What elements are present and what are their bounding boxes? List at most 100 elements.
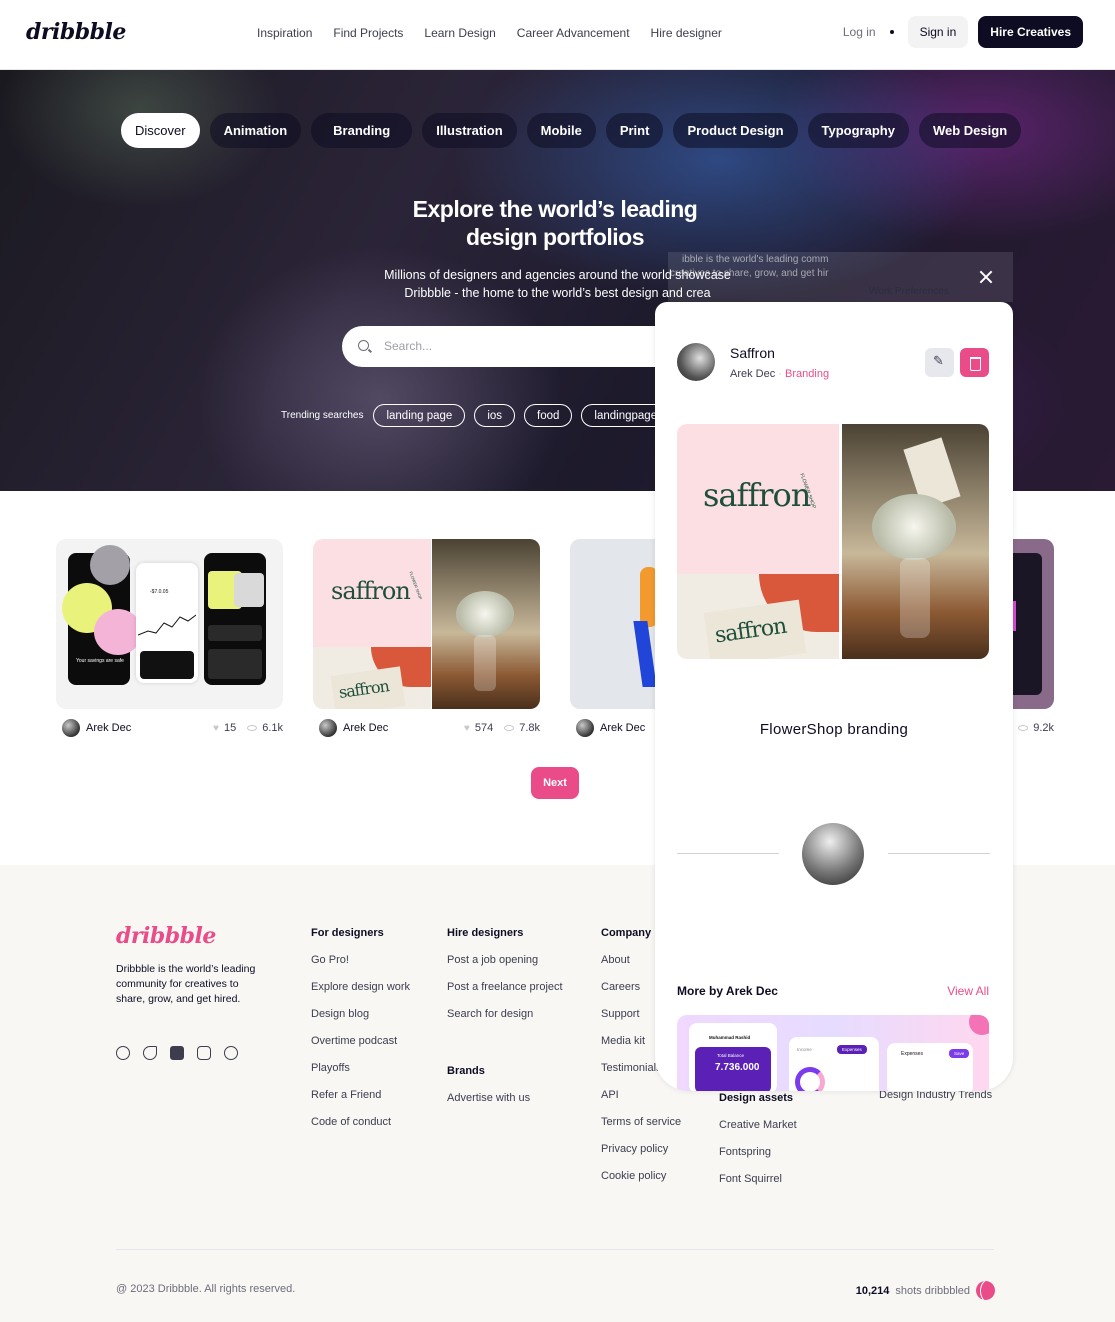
dribbble-ball-icon[interactable] — [976, 1281, 995, 1300]
view-all-link[interactable]: View All — [947, 984, 989, 998]
chip-print[interactable]: Print — [605, 113, 664, 148]
shots-count: 10,214 shots dribbbled — [856, 1281, 995, 1300]
footer-link[interactable]: Font Squirrel — [719, 1173, 797, 1200]
social-links — [116, 1046, 238, 1060]
delete-button[interactable] — [960, 348, 989, 377]
nav-link-inspiration[interactable]: Inspiration — [257, 26, 312, 40]
eye-icon — [1018, 725, 1029, 731]
edit-button[interactable] — [925, 348, 954, 377]
footer-link[interactable]: API — [601, 1089, 681, 1116]
modal-author[interactable]: Arek Dec — [730, 368, 775, 380]
category-chips: Discover Animation Branding Illustration… — [121, 113, 1022, 148]
search-input[interactable]: Search... — [384, 339, 432, 353]
shot-author[interactable]: Arek Dec — [343, 722, 388, 734]
shots-count-label: shots dribbbled — [895, 1284, 970, 1297]
shot-meta: Arek Dec ♥ 15 6.1k — [56, 719, 283, 737]
footer-link[interactable]: Playoffs — [311, 1062, 410, 1089]
chip-animation[interactable]: Animation — [209, 113, 302, 148]
separator-dot-icon — [889, 30, 894, 34]
footer-heading: Design assets — [719, 1092, 793, 1104]
footer-description: Dribbble is the world’s leading communit… — [116, 963, 256, 1005]
pinterest-icon[interactable] — [224, 1046, 238, 1060]
phone-screen: Income Expenses — [789, 1037, 879, 1091]
trending-searches: Trending searches landing page ios food … — [281, 404, 671, 427]
footer-logo[interactable]: dribbble — [116, 923, 216, 949]
footer-link[interactable]: Terms of service — [601, 1116, 681, 1143]
trending-tag[interactable]: landing page — [373, 404, 466, 427]
phone-screen: Your savings are safe — [62, 545, 142, 685]
footer-link[interactable]: Advertise with us — [447, 1092, 530, 1119]
chip-illustration[interactable]: Illustration — [422, 113, 517, 148]
saffron-card: saffron — [330, 666, 406, 709]
chip-typography[interactable]: Typography — [807, 113, 909, 148]
footer-link[interactable]: Search for design — [447, 1008, 563, 1035]
more-shot-thumbnail[interactable]: Muhammad Rashid Total Balance 7.736.000 … — [677, 1015, 989, 1091]
chip-discover[interactable]: Discover — [121, 113, 200, 148]
next-button[interactable]: Next — [531, 767, 579, 799]
footer-link[interactable]: Explore design work — [311, 981, 410, 1008]
login-link[interactable]: Log in — [843, 25, 876, 39]
nav-link-hire-designer[interactable]: Hire designer — [651, 26, 722, 40]
footer-link[interactable]: Refer a Friend — [311, 1089, 410, 1116]
footer-link[interactable]: Go Pro! — [311, 954, 410, 981]
footer-link[interactable]: Post a job opening — [447, 954, 563, 981]
likes-count: 574 — [474, 722, 494, 734]
shot-author[interactable]: Arek Dec — [86, 722, 131, 734]
chip-web-design[interactable]: Web Design — [918, 113, 1022, 148]
nav-actions: Log in Sign in Hire Creatives — [843, 16, 1083, 48]
dribbble-icon[interactable] — [116, 1046, 130, 1060]
facebook-icon[interactable] — [170, 1046, 184, 1060]
top-nav: dribbble Inspiration Find Projects Learn… — [0, 0, 1115, 70]
brand-panel: saffron FLOWER SHOP — [313, 539, 431, 647]
footer-link[interactable]: Design blog — [311, 1008, 410, 1035]
footer-link[interactable]: Code of conduct — [311, 1116, 410, 1143]
footer-link[interactable]: Creative Market — [719, 1119, 797, 1146]
author-avatar-large[interactable] — [802, 823, 864, 885]
footer-link[interactable]: Cookie policy — [601, 1170, 681, 1197]
flowers-shape — [456, 591, 514, 637]
nav-link-find-projects[interactable]: Find Projects — [333, 26, 403, 40]
sign-in-button[interactable]: Sign in — [907, 16, 969, 48]
close-icon[interactable] — [971, 262, 1001, 292]
avatar[interactable] — [319, 719, 337, 737]
divider-line — [677, 853, 779, 854]
footer-link[interactable]: Privacy policy — [601, 1143, 681, 1170]
twitter-icon[interactable] — [143, 1046, 157, 1060]
heart-icon[interactable]: ♥ — [464, 723, 470, 734]
shot-card-thumbnail[interactable]: Your savings are safe -$7.0.05 — [56, 539, 283, 709]
trending-tag[interactable]: food — [524, 404, 573, 427]
nav-link-career-advancement[interactable]: Career Advancement — [517, 26, 630, 40]
modal-category[interactable]: Branding — [785, 368, 829, 380]
chip-product-design[interactable]: Product Design — [673, 113, 798, 148]
likes-count: 15 — [223, 722, 237, 734]
trending-tag[interactable]: ios — [474, 404, 516, 427]
thumb-text: Save — [949, 1049, 970, 1058]
avatar[interactable] — [62, 719, 80, 737]
trending-label: Trending searches — [281, 410, 364, 421]
modal-shot-image[interactable]: saffron FLOWER SHOP saffron — [677, 424, 989, 659]
phone-screen: Muhammad Rashid Total Balance 7.736.000 — [689, 1023, 777, 1091]
footer-link[interactable]: Overtime podcast — [311, 1035, 410, 1062]
figure-shape — [633, 621, 657, 687]
footer-link[interactable]: Post a freelance project — [447, 981, 563, 1008]
dribbble-logo[interactable]: dribbble — [26, 19, 126, 45]
modal-shot-title: Saffron — [730, 345, 775, 361]
avatar[interactable] — [576, 719, 594, 737]
shot-author[interactable]: Arek Dec — [600, 722, 645, 734]
avatar[interactable] — [677, 343, 715, 381]
heart-icon[interactable]: ♥ — [213, 723, 219, 734]
views-count: 9.2k — [1033, 722, 1054, 734]
footer-col-hire-designers: Hire designers Post a job opening Post a… — [447, 927, 563, 1035]
shot-card-thumbnail[interactable]: saffron FLOWER SHOP saffron — [313, 539, 540, 709]
hire-creatives-button[interactable]: Hire Creatives — [978, 16, 1083, 48]
thumb-text: Total Balance — [717, 1053, 745, 1058]
line-graph-icon — [138, 614, 196, 636]
phone-screen: -$7.0.05 — [136, 563, 198, 683]
nav-link-learn-design[interactable]: Learn Design — [424, 26, 495, 40]
chip-mobile[interactable]: Mobile — [526, 113, 596, 148]
instagram-icon[interactable] — [197, 1046, 211, 1060]
hero-title-line: Explore the world’s leading — [412, 196, 698, 222]
chip-branding[interactable]: Branding — [311, 113, 413, 148]
search-icon — [358, 340, 369, 351]
footer-link[interactable]: Fontspring — [719, 1146, 797, 1173]
